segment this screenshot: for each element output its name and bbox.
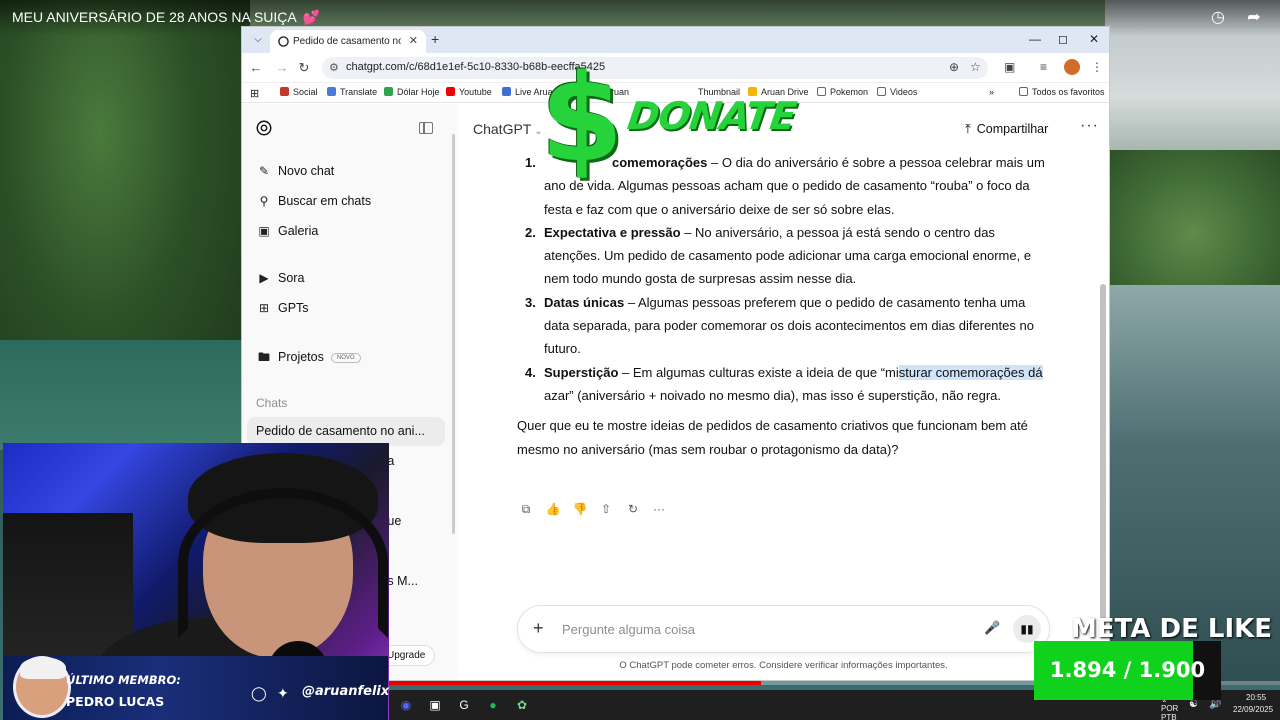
instagram-icon: ◯ [251, 685, 267, 701]
prompt-composer[interactable]: + Pergunte alguma coisa 🎤 ▮▮ [517, 605, 1050, 653]
tab-title: Pedido de casamento no aniversário [293, 36, 401, 47]
sidebar-item-sora[interactable]: ▶ Sora [256, 271, 304, 285]
list-item: 3. Datas únicas – Algumas pessoas prefere… [525, 294, 1034, 357]
extensions-icon[interactable]: ▣ [1004, 60, 1015, 74]
sidebar-scrollbar[interactable] [452, 134, 455, 534]
keyboard-language[interactable]: POR PTB [1161, 704, 1178, 720]
microphone-icon[interactable]: 🎤 [984, 620, 1000, 636]
apps-grid-icon[interactable]: ⊞ [250, 87, 259, 100]
sidebar-item-projects[interactable]: 🖿 Projetos NOVO [256, 348, 361, 369]
media-icon[interactable]: ≡ [1040, 60, 1047, 74]
zoom-icon[interactable]: ⊕ [949, 60, 959, 74]
pencil-icon: ✎ [258, 164, 270, 178]
chat-main: ChatGPT ⌄ ⤒ Compartilhar ··· 1. comemoraçõe… [458, 104, 1109, 680]
site-info-icon[interactable]: ⚙ [329, 61, 339, 74]
bookmark-videos[interactable]: Videos [877, 87, 917, 97]
maximize-icon[interactable]: ◻ [1055, 32, 1071, 46]
twitter-icon: ✦ [277, 685, 289, 701]
gallery-icon: ▣ [258, 224, 270, 238]
volume-icon[interactable]: 🔊 [1209, 699, 1221, 710]
openai-logo-icon[interactable] [255, 119, 273, 137]
donate-text: DONATE [624, 94, 799, 138]
sidebar-item-gpts[interactable]: ⊞ GPTs [256, 301, 309, 315]
text-selection: sturar comemorações dá [898, 364, 1043, 380]
search-icon: ⚲ [259, 194, 269, 208]
sidebar-toggle-icon[interactable] [419, 122, 433, 134]
watch-later-icon[interactable]: ◷ [1209, 9, 1227, 27]
clock-date[interactable]: 22/09/2025 [1233, 705, 1273, 714]
chat-scrollbar[interactable] [1100, 284, 1106, 624]
bookmarks-overflow-icon[interactable]: » [989, 87, 994, 97]
folder-icon: 🖿 [257, 350, 270, 364]
plus-icon[interactable]: + [533, 618, 544, 639]
spotify-icon[interactable]: ● [485, 697, 501, 713]
like-goal-count: 1.894 / 1.900 [1049, 658, 1206, 682]
wifi-icon[interactable]: ☯ [1189, 699, 1198, 710]
share-button[interactable]: ⤒ Compartilhar [965, 121, 1048, 137]
forward-icon[interactable]: → [274, 60, 290, 76]
trees-right [1105, 150, 1280, 290]
video-title[interactable]: MEU ANIVERSÁRIO DE 28 ANOS NA SUIÇA 💕 [12, 9, 320, 26]
list-item: 2. Expectativa e pressão – No aniversário… [525, 224, 1032, 287]
bookmark-translate[interactable]: Translate [327, 87, 377, 97]
thumbs-up-icon[interactable]: 👍 [544, 500, 562, 518]
more-actions-icon[interactable]: ··· [650, 500, 668, 518]
member-name: PEDRO LUCAS [66, 694, 165, 709]
discord-icon[interactable]: ◉ [398, 697, 414, 713]
list-item: 4. Superstição – Em algumas culturas exis… [525, 364, 1043, 403]
member-label: ÚLTIMO MEMBRO: [66, 673, 181, 687]
headset-icon [178, 488, 388, 638]
sidebar-item-search[interactable]: ⚲ Buscar em chats [256, 194, 372, 208]
chatgpt-taskbar-icon[interactable]: ✿ [514, 697, 530, 713]
bookmark-star-icon[interactable]: ☆ [970, 60, 981, 74]
disclaimer: O ChatGPT pode cometer erros. Considere … [619, 660, 948, 671]
like-goal-title: META DE LIKE [1071, 614, 1273, 644]
tab-close-icon[interactable]: ✕ [409, 34, 418, 47]
share-message-icon[interactable]: ⇧ [597, 500, 615, 518]
tab-search-icon[interactable]: ⌵ [250, 32, 266, 48]
new-tab-icon[interactable]: + [431, 31, 439, 47]
grid-icon: ⊞ [258, 301, 270, 315]
video-progress-played[interactable] [389, 681, 761, 685]
share-icon[interactable]: ➦ [1245, 9, 1263, 27]
bookmark-dolar[interactable]: Dólar Hoje [384, 87, 440, 97]
more-options-icon[interactable]: ··· [1080, 117, 1099, 135]
member-avatar [13, 656, 71, 718]
profile-avatar[interactable] [1064, 59, 1080, 75]
thumbs-down-icon[interactable]: 👎 [571, 500, 589, 518]
tab-active[interactable]: Pedido de casamento no aniversário ✕ [270, 30, 426, 53]
sidebar-item-new-chat[interactable]: ✎ Novo chat [256, 164, 334, 178]
clock-time[interactable]: 20:55 [1246, 693, 1266, 702]
regenerate-icon[interactable]: ↻ [624, 500, 642, 518]
last-member-banner: ÚLTIMO MEMBRO: PEDRO LUCAS ◯ ✦ @aruanfel… [3, 656, 390, 720]
closing-paragraph: Quer que eu te mostre ideias de pedidos … [517, 418, 1028, 457]
assistant-message: 1. comemorações – O dia do aniversário é … [517, 151, 1047, 461]
chats-section-label: Chats [256, 396, 288, 410]
app-g-icon[interactable]: G [456, 697, 472, 713]
river-left [0, 340, 250, 450]
back-icon[interactable]: ← [248, 60, 264, 76]
minimize-icon[interactable]: — [1027, 32, 1043, 46]
bookmark-social[interactable]: Social [280, 87, 318, 97]
bookmark-all-favorites[interactable]: Todos os favoritos [1019, 87, 1105, 97]
sidebar-item-gallery[interactable]: ▣ Galeria [256, 224, 318, 238]
play-icon: ▶ [259, 271, 269, 285]
reload-icon[interactable]: ↻ [296, 60, 312, 76]
new-badge: NOVO [330, 353, 361, 363]
prompt-input[interactable]: Pergunte alguma coisa [562, 622, 695, 637]
openai-favicon-icon [278, 36, 289, 47]
social-handle: @aruanfelix [302, 684, 390, 699]
camera-icon[interactable]: ▣ [427, 697, 443, 713]
model-selector[interactable]: ChatGPT ⌄ [473, 121, 543, 137]
copy-icon[interactable]: ⧉ [517, 500, 535, 518]
bookmark-pokemon[interactable]: Pokemon [817, 87, 868, 97]
upload-icon: ⤒ [965, 121, 971, 136]
close-window-icon[interactable]: ✕ [1086, 32, 1102, 46]
bookmark-youtube[interactable]: Youtube [446, 87, 492, 97]
browser-menu-icon[interactable]: ⋮ [1091, 60, 1103, 74]
donate-overlay[interactable]: $ DONATE [540, 50, 798, 190]
dollar-sign-icon: $ [540, 50, 624, 189]
chat-item-active[interactable]: Pedido de casamento no ani... [247, 417, 445, 446]
voice-mode-icon[interactable]: ▮▮ [1013, 615, 1041, 643]
